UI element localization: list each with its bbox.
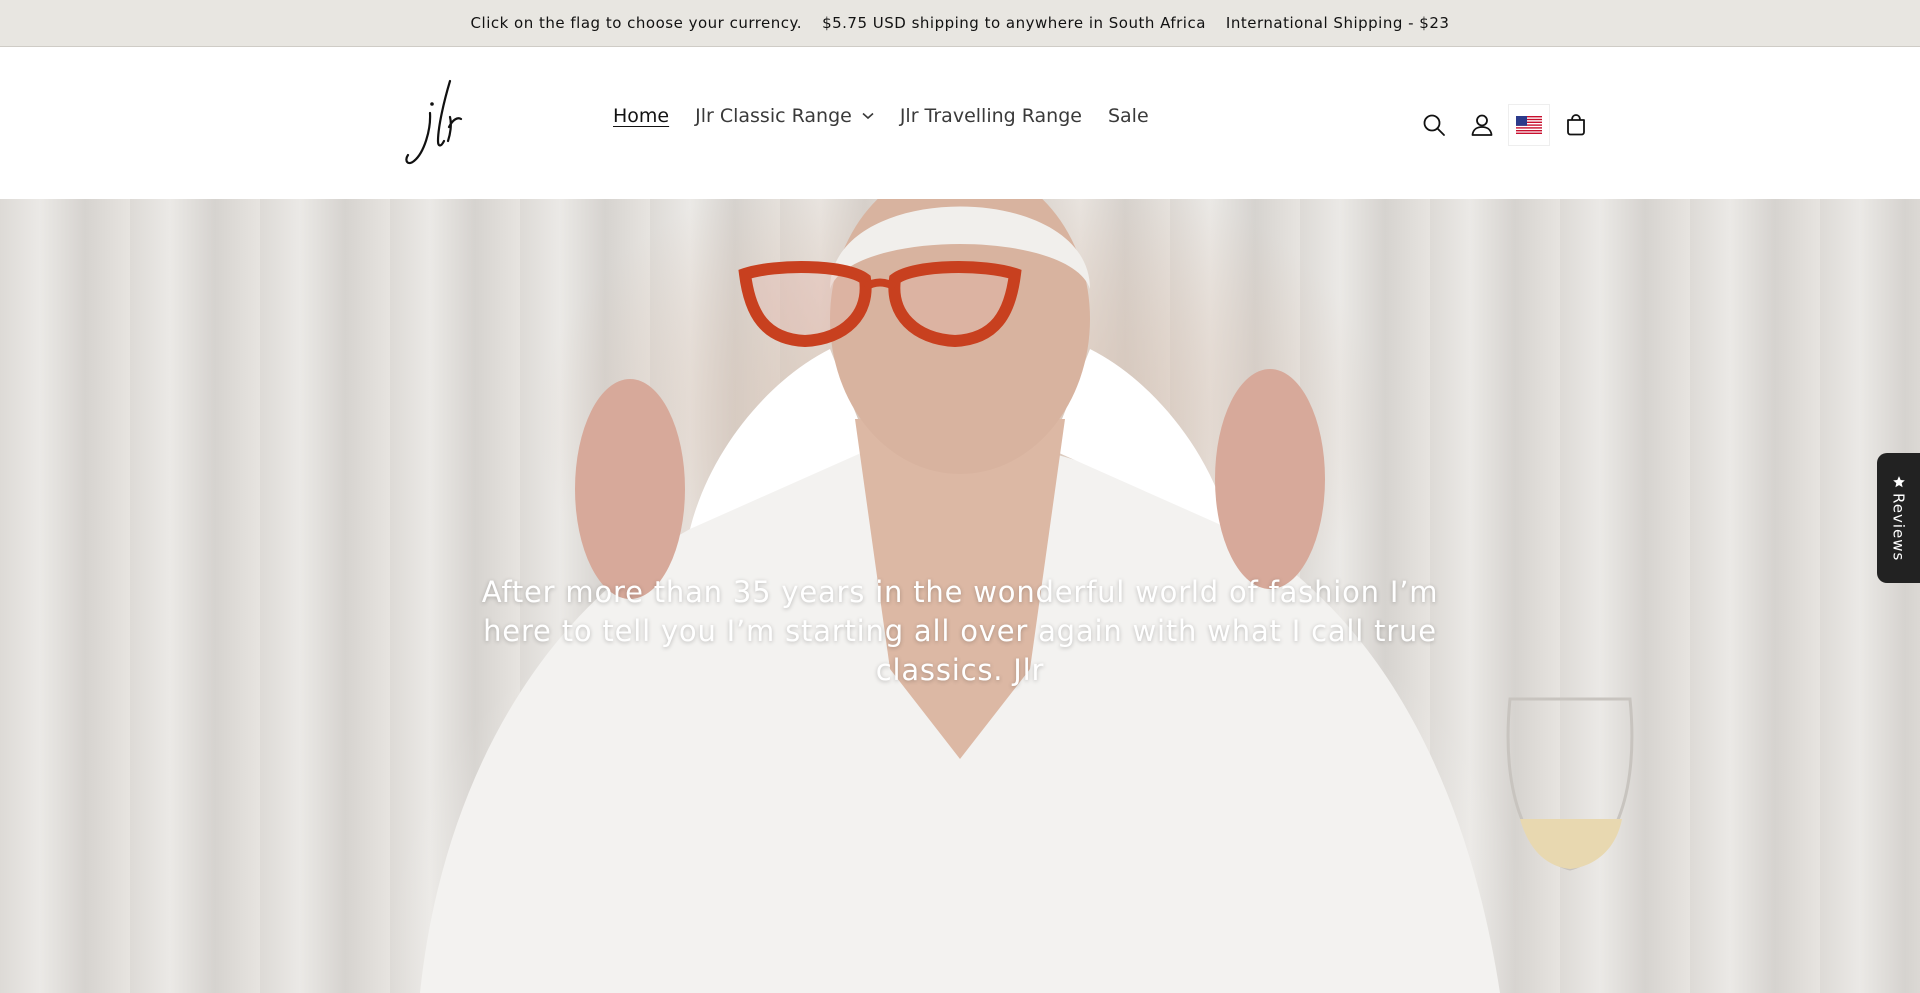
account-button[interactable]: [1460, 103, 1504, 147]
nav-sale-label: Sale: [1107, 105, 1149, 127]
cart-icon: [1567, 114, 1585, 136]
nav-travelling-range[interactable]: Jlr Travelling Range: [900, 105, 1082, 127]
announcement-local-shipping: $5.75 USD shipping to anywhere in South …: [822, 14, 1206, 32]
nav-classic-range-label: Jlr Classic Range: [695, 105, 852, 127]
reviews-tab-label: Reviews: [1889, 492, 1908, 562]
jlr-logo-icon: [405, 79, 463, 165]
nav-sale[interactable]: Sale: [1108, 105, 1149, 127]
cart-button[interactable]: [1554, 103, 1598, 147]
logo[interactable]: [400, 75, 480, 175]
currency-selector[interactable]: [1508, 104, 1550, 146]
announcement-bar: Click on the flag to choose your currenc…: [0, 0, 1920, 47]
announcement-currency: Click on the flag to choose your currenc…: [470, 14, 803, 32]
search-icon: [1423, 114, 1445, 136]
hero-text: After more than 35 years in the wonderfu…: [481, 575, 1439, 687]
search-button[interactable]: [1412, 103, 1456, 147]
announcement-international-shipping: International Shipping - $23: [1225, 14, 1450, 32]
nav-classic-range[interactable]: Jlr Classic Range: [695, 105, 874, 127]
site-header: Home Jlr Classic Range Jlr Travelling Ra…: [0, 47, 1920, 199]
header-icons: [1412, 103, 1602, 147]
nav-travelling-range-label: Jlr Travelling Range: [899, 105, 1082, 127]
account-icon: [1471, 114, 1493, 136]
main-nav: Home Jlr Classic Range Jlr Travelling Ra…: [600, 105, 1162, 127]
star-icon: [1892, 475, 1905, 488]
hero-banner[interactable]: After more than 35 years in the wonderfu…: [0, 199, 1920, 993]
us-flag-icon: [1516, 116, 1542, 134]
nav-home-label: Home: [613, 105, 670, 127]
reviews-tab[interactable]: Reviews: [1877, 453, 1920, 583]
red-glasses-image: [738, 261, 1022, 348]
nav-home[interactable]: Home: [613, 105, 669, 127]
chevron-down-icon: [862, 112, 874, 120]
